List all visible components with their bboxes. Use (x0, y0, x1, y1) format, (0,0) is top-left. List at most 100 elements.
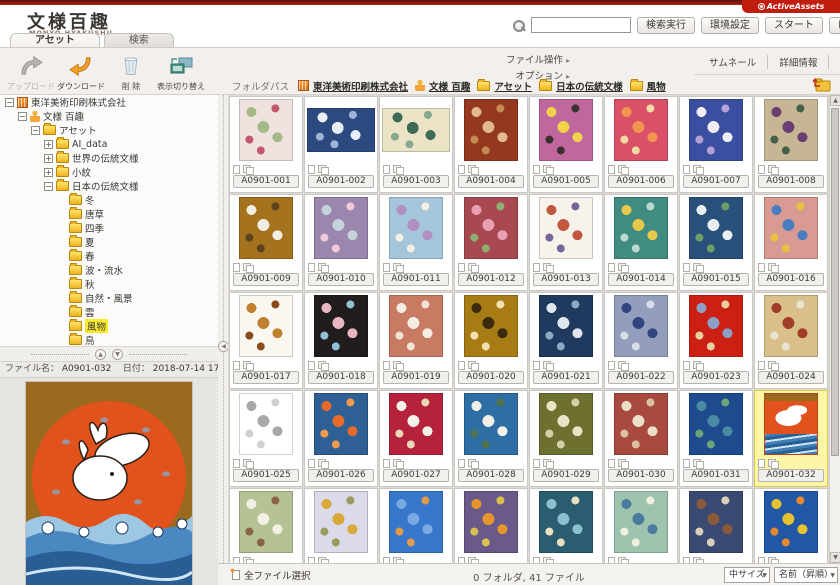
asset-cell-A0901-011[interactable]: A0901-011 (379, 194, 453, 291)
asset-cell-A0901-024[interactable]: A0901-024 (754, 292, 828, 389)
asset-cell-A0901-012[interactable]: A0901-012 (454, 194, 528, 291)
asset-cell-hidden-34[interactable] (379, 488, 453, 563)
collapse-icon[interactable]: − (5, 98, 14, 107)
copy-icon[interactable] (393, 459, 402, 467)
panel-divider[interactable]: ◀ (218, 95, 228, 585)
thumbnail-size-select[interactable]: 中サイズ (724, 567, 770, 583)
copy-icon[interactable] (693, 263, 702, 271)
copy-icon[interactable] (543, 361, 552, 369)
copy-icon[interactable] (768, 263, 777, 271)
tab-0[interactable]: アセット (10, 33, 100, 47)
asset-cell-A0901-021[interactable]: A0901-021 (529, 292, 603, 389)
tree-item-16[interactable]: 風物 (0, 319, 218, 333)
tree-item-17[interactable]: 鳥 (0, 333, 218, 347)
copy-icon[interactable] (468, 165, 477, 173)
asset-cell-A0901-020[interactable]: A0901-020 (454, 292, 528, 389)
asset-cell-hidden-32[interactable] (229, 488, 303, 563)
download-button[interactable]: ダウンロード (56, 50, 106, 92)
copy-icon[interactable] (768, 361, 777, 369)
expand-icon[interactable]: + (44, 154, 53, 163)
asset-cell-A0901-026[interactable]: A0901-026 (304, 390, 378, 487)
asset-cell-A0901-005[interactable]: A0901-005 (529, 96, 603, 193)
asset-cell-A0901-003[interactable]: A0901-003 (379, 96, 453, 193)
breadcrumb-item-0[interactable]: 東洋美術印刷株式会社 (298, 79, 408, 93)
collapse-icon[interactable]: − (31, 126, 40, 135)
copy-icon[interactable] (468, 459, 477, 467)
asset-cell-A0901-009[interactable]: A0901-009 (229, 194, 303, 291)
collapse-icon[interactable]: − (18, 112, 27, 121)
asset-cell-A0901-006[interactable]: A0901-006 (604, 96, 678, 193)
copy-icon[interactable] (393, 165, 402, 173)
tree-item-3[interactable]: +AI_data (0, 137, 218, 151)
asset-cell-A0901-008[interactable]: A0901-008 (754, 96, 828, 193)
scrollbar-thumb[interactable] (831, 108, 839, 456)
asset-cell-A0901-001[interactable]: A0901-001 (229, 96, 303, 193)
breadcrumb-item-2[interactable]: アセット (477, 79, 532, 93)
view-mode-2[interactable]: リスト (828, 55, 840, 69)
copy-icon[interactable] (243, 165, 252, 173)
tree-item-10[interactable]: 夏 (0, 235, 218, 249)
copy-icon[interactable] (318, 361, 327, 369)
copy-icon[interactable] (693, 165, 702, 173)
asset-cell-A0901-004[interactable]: A0901-004 (454, 96, 528, 193)
breadcrumb-item-3[interactable]: 日本の伝統文様 (539, 79, 623, 93)
copy-icon[interactable] (543, 263, 552, 271)
tree-item-12[interactable]: 波・流水 (0, 263, 218, 277)
copy-icon[interactable] (393, 361, 402, 369)
search-execute-button[interactable]: 検索実行 (637, 17, 695, 34)
copy-icon[interactable] (618, 361, 627, 369)
copy-icon[interactable] (243, 361, 252, 369)
tree-item-5[interactable]: +小紋 (0, 165, 218, 179)
breadcrumb-item-4[interactable]: 風物 (630, 79, 666, 93)
settings-button[interactable]: 環境設定 (701, 17, 759, 34)
scroll-up-button[interactable]: ▲ (95, 349, 106, 360)
asset-cell-A0901-025[interactable]: A0901-025 (229, 390, 303, 487)
upload-button[interactable]: アップロード (6, 50, 56, 92)
copy-icon[interactable] (243, 459, 252, 467)
asset-cell-A0901-010[interactable]: A0901-010 (304, 194, 378, 291)
asset-cell-A0901-013[interactable]: A0901-013 (529, 194, 603, 291)
copy-icon[interactable] (318, 263, 327, 271)
tree-item-0[interactable]: −東洋美術印刷株式会社 (0, 95, 218, 109)
asset-cell-A0901-032[interactable]: A0901-032 (754, 390, 828, 487)
scroll-down-button[interactable]: ▼ (112, 349, 123, 360)
tree-item-14[interactable]: 自然・風景 (0, 291, 218, 305)
asset-cell-hidden-37[interactable] (604, 488, 678, 563)
tree-item-4[interactable]: +世界の伝統文様 (0, 151, 218, 165)
view-mode-1[interactable]: 詳細情報 (767, 55, 828, 69)
tree-item-1[interactable]: −文様 百趣 (0, 109, 218, 123)
tree-item-15[interactable]: 雲 (0, 305, 218, 319)
tree-item-11[interactable]: 春 (0, 249, 218, 263)
tree-item-8[interactable]: 唐草 (0, 207, 218, 221)
breadcrumb-item-1[interactable]: 文様 百趣 (415, 79, 470, 93)
scrollbar-down-icon[interactable]: ▼ (830, 552, 840, 563)
tree-item-9[interactable]: 四季 (0, 221, 218, 235)
asset-cell-A0901-030[interactable]: A0901-030 (604, 390, 678, 487)
copy-icon[interactable] (468, 361, 477, 369)
asset-cell-A0901-027[interactable]: A0901-027 (379, 390, 453, 487)
search-input[interactable] (531, 17, 631, 33)
asset-cell-A0901-031[interactable]: A0901-031 (679, 390, 753, 487)
asset-cell-A0901-014[interactable]: A0901-014 (604, 194, 678, 291)
file-operations-menu[interactable]: ファイル操作 ▸ (500, 53, 570, 69)
asset-cell-A0901-002[interactable]: A0901-002 (304, 96, 378, 193)
copy-icon[interactable] (618, 263, 627, 271)
tree-item-2[interactable]: −アセット (0, 123, 218, 137)
scrollbar-up-icon[interactable]: ▲ (830, 95, 840, 106)
asset-cell-A0901-022[interactable]: A0901-022 (604, 292, 678, 389)
asset-cell-A0901-016[interactable]: A0901-016 (754, 194, 828, 291)
tab-1[interactable]: 検索 (104, 33, 174, 47)
copy-icon[interactable] (768, 459, 777, 467)
copy-icon[interactable] (318, 459, 327, 467)
copy-icon[interactable] (693, 361, 702, 369)
grid-scrollbar[interactable]: ▲ ▼ (829, 95, 840, 563)
view-mode-0[interactable]: サムネール (698, 55, 767, 69)
copy-icon[interactable] (393, 263, 402, 271)
asset-cell-hidden-39[interactable] (754, 488, 828, 563)
copy-icon[interactable] (468, 263, 477, 271)
copy-icon[interactable] (618, 459, 627, 467)
asset-cell-A0901-029[interactable]: A0901-029 (529, 390, 603, 487)
display-switch-button[interactable]: 表示切り替え (156, 50, 206, 92)
copy-icon[interactable] (543, 459, 552, 467)
tree-item-6[interactable]: −日本の伝統文様 (0, 179, 218, 193)
